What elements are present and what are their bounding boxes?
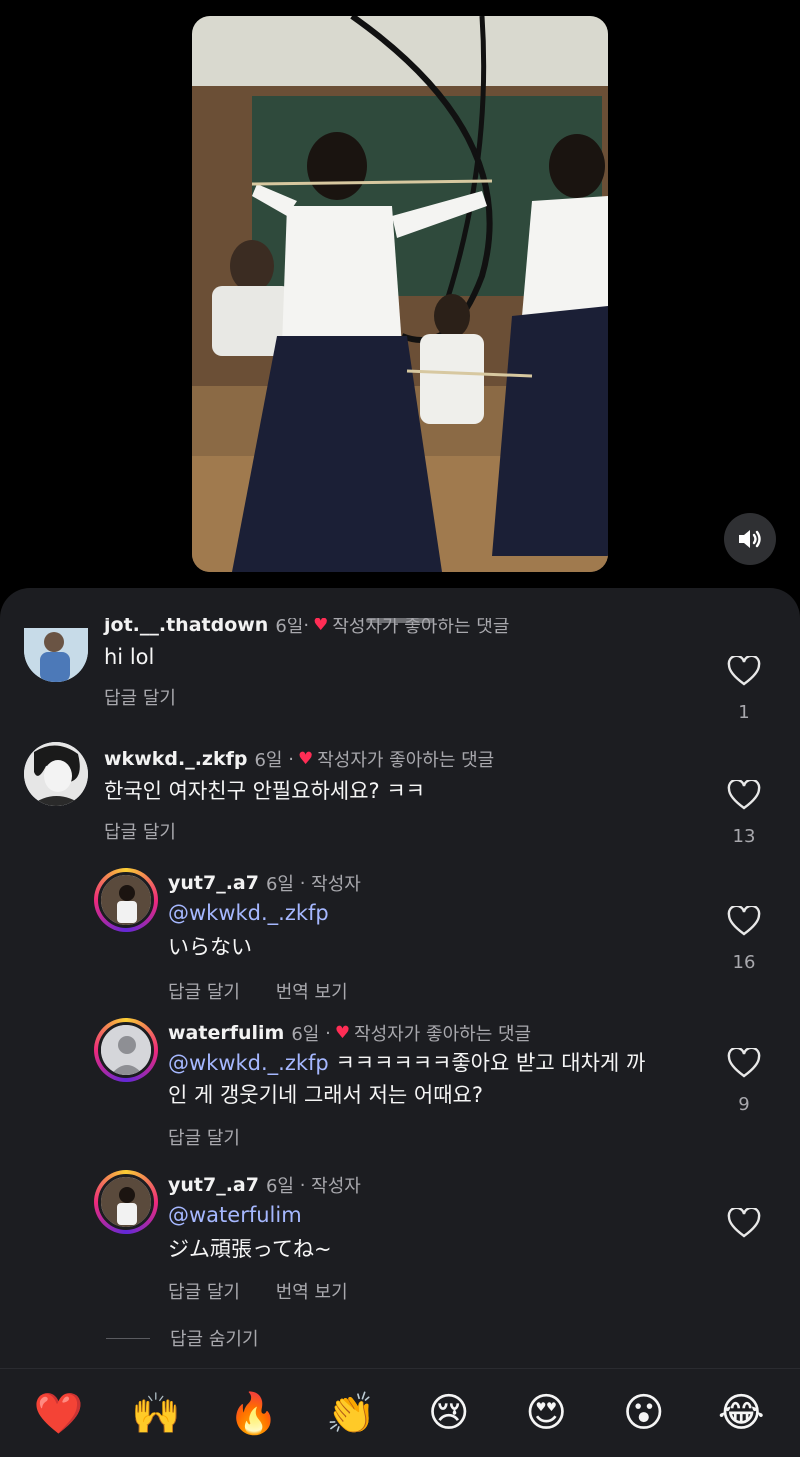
comment-actions: 답글 달기 (104, 818, 206, 844)
avatar[interactable] (24, 742, 88, 806)
translate-button[interactable]: 번역 보기 (276, 982, 348, 1003)
reply-item: yut7_.a7 6일 · 작성자 @waterfulim ジム頑張ってね~ 답… (0, 1170, 800, 1310)
heart-outline-icon (727, 1206, 761, 1238)
reply-text: @wkwkd._.zkfp (168, 898, 329, 929)
reaction-crying-face[interactable]: 😢 (419, 1390, 479, 1436)
avatar (98, 872, 154, 928)
comment-actions: 답글 달기 (104, 684, 206, 710)
video-frame-image (192, 16, 608, 572)
reply-text-line: ジム頑張ってね~ (168, 1237, 332, 1261)
comment-time: 6일 (254, 750, 283, 771)
video-player[interactable] (192, 16, 608, 572)
mention-link[interactable]: @waterfulim (168, 1203, 302, 1227)
reply-actions: 답글 달기 번역 보기 (168, 1278, 378, 1304)
heart-outline-icon (727, 1046, 761, 1078)
reply-username[interactable]: yut7_.a7 (168, 872, 259, 894)
like-button[interactable] (724, 904, 764, 940)
avatar (98, 1022, 154, 1078)
comment-username[interactable]: jot.__.thatdown (104, 618, 268, 636)
comment-meta: wkwkd._.zkfp 6일 · ♥ 작성자가 좋아하는 댓글 (104, 748, 495, 771)
heart-outline-icon (727, 654, 761, 686)
reply-text-part: ㅋㅋㅋㅋㅋㅋ좋아요 받고 대차게 까 (328, 1051, 646, 1075)
reply-text: @waterfulim (168, 1200, 302, 1231)
author-liked-label: 작성자가 좋아하는 댓글 (317, 750, 495, 771)
video-area (0, 0, 800, 590)
comment-text: 한국인 여자친구 안필요하세요? ㅋㅋ (104, 779, 425, 803)
comment-meta: jot.__.thatdown 6일 · ♥ 작성자가 좋아하는 댓글 (104, 618, 509, 638)
hide-replies-button[interactable]: 답글 숨기기 (106, 1325, 259, 1351)
divider-line (106, 1337, 150, 1339)
hide-replies-label: 답글 숨기기 (170, 1329, 259, 1350)
heart-outline-icon (727, 778, 761, 810)
avatar-image (101, 875, 151, 925)
reply-time: 6일 (265, 1176, 294, 1197)
comment-time: 6일 (275, 618, 304, 637)
reply-button[interactable]: 답글 달기 (104, 688, 176, 709)
reaction-surprised-face[interactable]: 😮 (614, 1390, 674, 1436)
reply-actions: 답글 달기 번역 보기 (168, 978, 378, 1004)
like-count: 13 (732, 826, 756, 847)
reply-meta: waterfulim 6일 · ♥ 작성자가 좋아하는 댓글 (168, 1022, 532, 1045)
reply-time: 6일 (265, 874, 294, 895)
avatar (98, 1174, 154, 1230)
like-button[interactable] (724, 654, 764, 690)
reply-button[interactable]: 답글 달기 (168, 1128, 240, 1149)
comment-username[interactable]: wkwkd._.zkfp (104, 748, 247, 770)
reaction-clapping-hands[interactable]: 👏 (321, 1390, 381, 1437)
reply-actions: 답글 달기 (168, 1124, 270, 1150)
reaction-raised-hands[interactable]: 🙌 (126, 1390, 186, 1437)
reply-username[interactable]: yut7_.a7 (168, 1174, 259, 1196)
author-tag: 작성자 (311, 1176, 361, 1197)
speaker-icon (739, 530, 761, 548)
reaction-laughing-face[interactable]: 😂 (711, 1390, 771, 1436)
translate-button[interactable]: 번역 보기 (276, 1282, 348, 1303)
reply-username[interactable]: waterfulim (168, 1022, 284, 1044)
comment-item: wkwkd._.zkfp 6일 · ♥ 작성자가 좋아하는 댓글 한국인 여자친구… (0, 742, 800, 852)
reply-text-line: いらない (168, 935, 252, 959)
quick-reactions-bar: ❤️ 🙌 🔥 👏 😢 😍 😮 😂 (0, 1368, 800, 1457)
author-liked-label: 작성자가 좋아하는 댓글 (354, 1024, 532, 1045)
author-liked-heart-icon: ♥ (313, 618, 329, 635)
sound-toggle-button[interactable] (724, 513, 776, 565)
author-tag: 작성자 (311, 874, 361, 895)
comment-header-clip: jot.__.thatdown 6일 · ♥ 작성자가 좋아하는 댓글 (0, 618, 800, 638)
like-count: 16 (732, 952, 756, 973)
avatar-image (24, 628, 88, 682)
like-button[interactable] (724, 1206, 764, 1242)
reply-item: waterfulim 6일 · ♥ 작성자가 좋아하는 댓글 @wkwkd._.z… (0, 1018, 800, 1158)
reply-button[interactable]: 답글 달기 (168, 982, 240, 1003)
reply-meta: yut7_.a7 6일 · 작성자 (168, 872, 361, 895)
comments-sheet: jot.__.thatdown 6일 · ♥ 작성자가 좋아하는 댓글 hi l… (0, 588, 800, 1457)
comment-text: hi lol (104, 645, 155, 669)
mention-link[interactable]: @wkwkd._.zkfp (168, 1051, 329, 1075)
reply-time: 6일 (291, 1024, 320, 1045)
like-button[interactable] (724, 778, 764, 814)
like-button[interactable] (724, 1046, 764, 1082)
avatar[interactable] (24, 628, 88, 682)
reply-text: @wkwkd._.zkfp ㅋㅋㅋㅋㅋㅋ좋아요 받고 대차게 까 (168, 1048, 708, 1079)
like-count: 9 (738, 1094, 750, 1115)
avatar-image (24, 742, 88, 806)
author-liked-heart-icon: ♥ (297, 749, 314, 769)
reaction-fire[interactable]: 🔥 (224, 1390, 284, 1437)
avatar-story-ring[interactable] (94, 1170, 158, 1234)
author-liked-heart-icon: ♥ (334, 1023, 351, 1043)
reply-meta: yut7_.a7 6일 · 작성자 (168, 1174, 361, 1197)
avatar-story-ring[interactable] (94, 1018, 158, 1082)
reaction-red-heart[interactable]: ❤️ (29, 1390, 89, 1437)
default-avatar-icon (101, 1025, 151, 1075)
reply-button[interactable]: 답글 달기 (168, 1282, 240, 1303)
like-count: 1 (738, 702, 750, 723)
reaction-heart-eyes[interactable]: 😍 (516, 1390, 576, 1436)
avatar-story-ring[interactable] (94, 868, 158, 932)
reply-item: yut7_.a7 6일 · 작성자 @wkwkd._.zkfp いらない 답글 … (0, 868, 800, 1008)
avatar-image (101, 1177, 151, 1227)
reply-text-line: 인 게 갱웃기네 그래서 저는 어때요? (168, 1083, 484, 1107)
author-liked-label: 작성자가 좋아하는 댓글 (332, 618, 510, 637)
mention-link[interactable]: @wkwkd._.zkfp (168, 901, 329, 925)
heart-outline-icon (727, 904, 761, 936)
comment-item: jot.__.thatdown 6일 · ♥ 작성자가 좋아하는 댓글 hi l… (0, 618, 800, 728)
reply-button[interactable]: 답글 달기 (104, 822, 176, 843)
